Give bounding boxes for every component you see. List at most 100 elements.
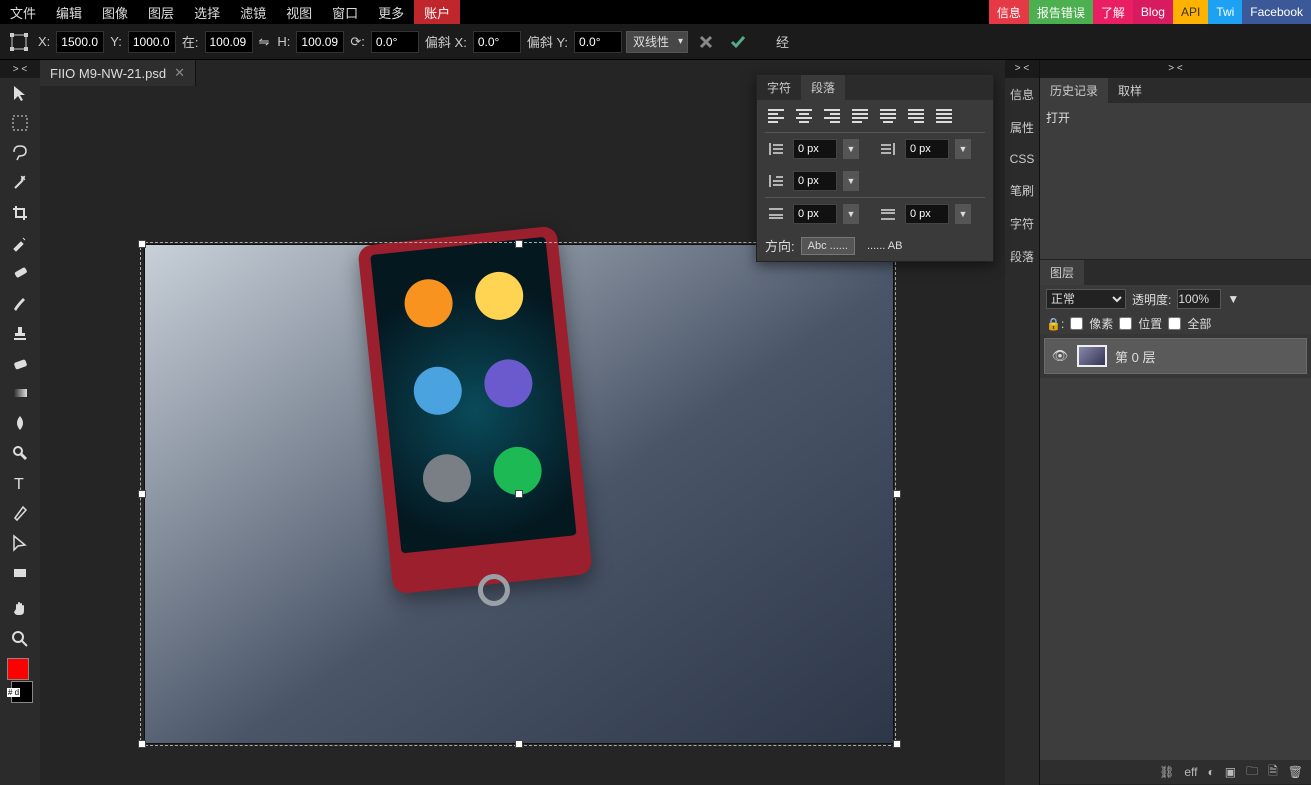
blend-mode-select[interactable]: 正常: [1046, 289, 1126, 309]
strip-char[interactable]: 字符: [1005, 207, 1039, 240]
link-twitter[interactable]: Twi: [1208, 0, 1242, 24]
handle-s[interactable]: [515, 740, 523, 748]
strip-para[interactable]: 段落: [1005, 240, 1039, 273]
indent-right-input[interactable]: [905, 139, 949, 159]
w-input[interactable]: [205, 31, 253, 53]
strip-collapse-button[interactable]: > <: [1005, 60, 1039, 78]
color-swatches[interactable]: # d: [5, 658, 35, 703]
layer-visibility-icon[interactable]: 👁: [1051, 348, 1069, 364]
warp-mode-button[interactable]: 经: [774, 32, 791, 51]
y-input[interactable]: [128, 31, 176, 53]
handle-w[interactable]: [138, 490, 146, 498]
document-tab[interactable]: FIIO M9-NW-21.psd ✕: [40, 60, 196, 86]
link-wh-icon[interactable]: ⇋: [257, 34, 272, 50]
hand-tool[interactable]: [4, 594, 36, 624]
interpolation-select[interactable]: 双线性: [626, 31, 688, 53]
tab-swatches[interactable]: 取样: [1108, 78, 1152, 103]
link-facebook[interactable]: Facebook: [1242, 0, 1311, 24]
indent-first-dropdown[interactable]: ▼: [843, 171, 859, 191]
handle-se[interactable]: [893, 740, 901, 748]
menu-more[interactable]: 更多: [368, 0, 414, 24]
link-info[interactable]: 信息: [989, 0, 1029, 24]
handle-sw[interactable]: [138, 740, 146, 748]
menu-filter[interactable]: 滤镜: [230, 0, 276, 24]
layer-name[interactable]: 第 0 层: [1115, 347, 1155, 366]
indent-right-dropdown[interactable]: ▼: [955, 139, 971, 159]
menu-layer[interactable]: 图层: [138, 0, 184, 24]
tab-layers[interactable]: 图层: [1040, 260, 1084, 285]
menu-window[interactable]: 窗口: [322, 0, 368, 24]
layer-thumbnail[interactable]: [1077, 345, 1107, 367]
gradient-tool[interactable]: [4, 378, 36, 408]
stamp-tool[interactable]: [4, 318, 36, 348]
cancel-transform-icon[interactable]: [696, 32, 716, 52]
justify-center-icon[interactable]: [877, 106, 899, 126]
menu-file[interactable]: 文件: [0, 0, 46, 24]
menu-view[interactable]: 视图: [276, 0, 322, 24]
link-api[interactable]: API: [1173, 0, 1208, 24]
link-report-bug[interactable]: 报告错误: [1029, 0, 1093, 24]
direction-rtl-button[interactable]: ...... AB: [861, 238, 908, 254]
tools-collapse-button[interactable]: > <: [0, 60, 40, 78]
crop-tool[interactable]: [4, 198, 36, 228]
delete-layer-icon[interactable]: 🗑: [1288, 765, 1303, 779]
link-layers-icon[interactable]: ⛓: [1159, 765, 1174, 779]
space-before-input[interactable]: [793, 204, 837, 224]
type-tool[interactable]: T: [4, 468, 36, 498]
tab-paragraph[interactable]: 段落: [801, 75, 845, 100]
layer-row[interactable]: 👁 第 0 层: [1044, 338, 1307, 374]
paragraph-panel[interactable]: 字符 段落 ▼ ▼ ▼ ▼ ▼ 方向: Abc ...... ...... AB: [756, 74, 994, 262]
brush-tool[interactable]: [4, 288, 36, 318]
panels-collapse-button[interactable]: > <: [1040, 60, 1311, 78]
layer-fx-button[interactable]: eff: [1184, 765, 1197, 779]
link-blog[interactable]: Blog: [1133, 0, 1173, 24]
indent-left-dropdown[interactable]: ▼: [843, 139, 859, 159]
rot-input[interactable]: [371, 31, 419, 53]
handle-e[interactable]: [893, 490, 901, 498]
space-after-dropdown[interactable]: ▼: [955, 204, 971, 224]
mask-icon[interactable]: ▣: [1225, 765, 1236, 779]
lock-pixels-checkbox[interactable]: [1070, 317, 1083, 330]
blur-tool[interactable]: [4, 408, 36, 438]
opacity-input[interactable]: [1177, 289, 1221, 309]
skewx-input[interactable]: [473, 31, 521, 53]
path-select-tool[interactable]: [4, 528, 36, 558]
lock-position-checkbox[interactable]: [1119, 317, 1132, 330]
link-learn[interactable]: 了解: [1093, 0, 1133, 24]
new-layer-icon[interactable]: 🗎: [1268, 762, 1278, 783]
menu-image[interactable]: 图像: [92, 0, 138, 24]
strip-info[interactable]: 信息: [1005, 78, 1039, 111]
justify-right-icon[interactable]: [905, 106, 927, 126]
align-left-icon[interactable]: [765, 106, 787, 126]
wand-tool[interactable]: [4, 168, 36, 198]
move-tool[interactable]: [4, 78, 36, 108]
shape-tool[interactable]: [4, 558, 36, 588]
adjustment-layer-icon[interactable]: ◐: [1208, 765, 1215, 779]
pen-tool[interactable]: [4, 498, 36, 528]
marquee-tool[interactable]: [4, 108, 36, 138]
dodge-tool[interactable]: [4, 438, 36, 468]
strip-attrs[interactable]: 属性: [1005, 111, 1039, 144]
tab-history[interactable]: 历史记录: [1040, 78, 1108, 103]
align-right-icon[interactable]: [821, 106, 843, 126]
menu-edit[interactable]: 编辑: [46, 0, 92, 24]
space-after-input[interactable]: [905, 204, 949, 224]
handle-center[interactable]: [515, 490, 523, 498]
x-input[interactable]: [56, 31, 104, 53]
commit-transform-icon[interactable]: [728, 32, 748, 52]
group-icon[interactable]: 🗀: [1246, 762, 1258, 783]
opacity-dropdown-icon[interactable]: ▼: [1227, 292, 1239, 306]
foreground-color[interactable]: [7, 658, 29, 680]
space-before-dropdown[interactable]: ▼: [843, 204, 859, 224]
justify-left-icon[interactable]: [849, 106, 871, 126]
menu-account[interactable]: 账户: [414, 0, 460, 24]
handle-n[interactable]: [515, 240, 523, 248]
strip-css[interactable]: CSS: [1005, 144, 1039, 174]
close-document-icon[interactable]: ✕: [174, 65, 185, 81]
tab-character[interactable]: 字符: [757, 75, 801, 100]
menu-select[interactable]: 选择: [184, 0, 230, 24]
h-input[interactable]: [296, 31, 344, 53]
eyedropper-tool[interactable]: [4, 228, 36, 258]
lasso-tool[interactable]: [4, 138, 36, 168]
indent-first-input[interactable]: [793, 171, 837, 191]
